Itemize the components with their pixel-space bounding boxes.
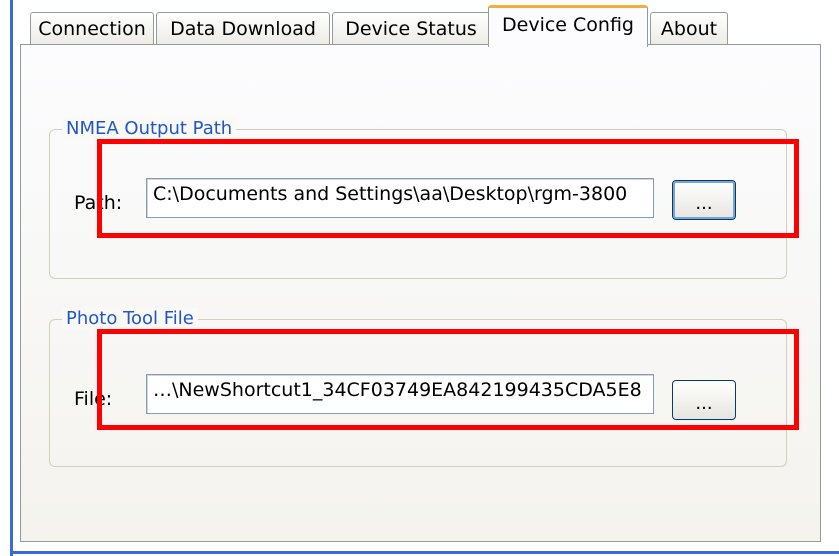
tab-strip: Connection Data Download Device Status D… (20, 0, 839, 48)
tab-device-config[interactable]: Device Config (488, 5, 648, 47)
group-title-photo: Photo Tool File (62, 308, 198, 329)
nmea-path-field[interactable]: C:\Documents and Settings\aa\Desktop\rgm… (146, 178, 654, 218)
tab-connection[interactable]: Connection (30, 12, 154, 45)
device-config-panel: NMEA Output Path Path: C:\Documents and … (20, 44, 821, 542)
photo-tool-file-field[interactable]: …\NewShortcut1_34CF03749EA842199435CDA5E… (146, 374, 654, 414)
path-label: Path: (74, 192, 123, 214)
photo-browse-button[interactable]: ... (672, 380, 736, 420)
nmea-browse-button[interactable]: ... (672, 180, 736, 220)
window-frame-bottom (10, 551, 839, 554)
group-title-nmea: NMEA Output Path (62, 118, 237, 139)
photo-tool-file-group: Photo Tool File File: …\NewShortcut1_34C… (49, 308, 787, 467)
nmea-output-path-group: NMEA Output Path Path: C:\Documents and … (49, 118, 787, 279)
tab-device-status[interactable]: Device Status (332, 12, 490, 45)
window: Connection Data Download Device Status D… (0, 0, 839, 556)
file-label: File: (74, 388, 113, 410)
tab-data-download[interactable]: Data Download (156, 12, 330, 45)
tab-about[interactable]: About (650, 12, 728, 45)
window-frame-left (10, 0, 13, 556)
